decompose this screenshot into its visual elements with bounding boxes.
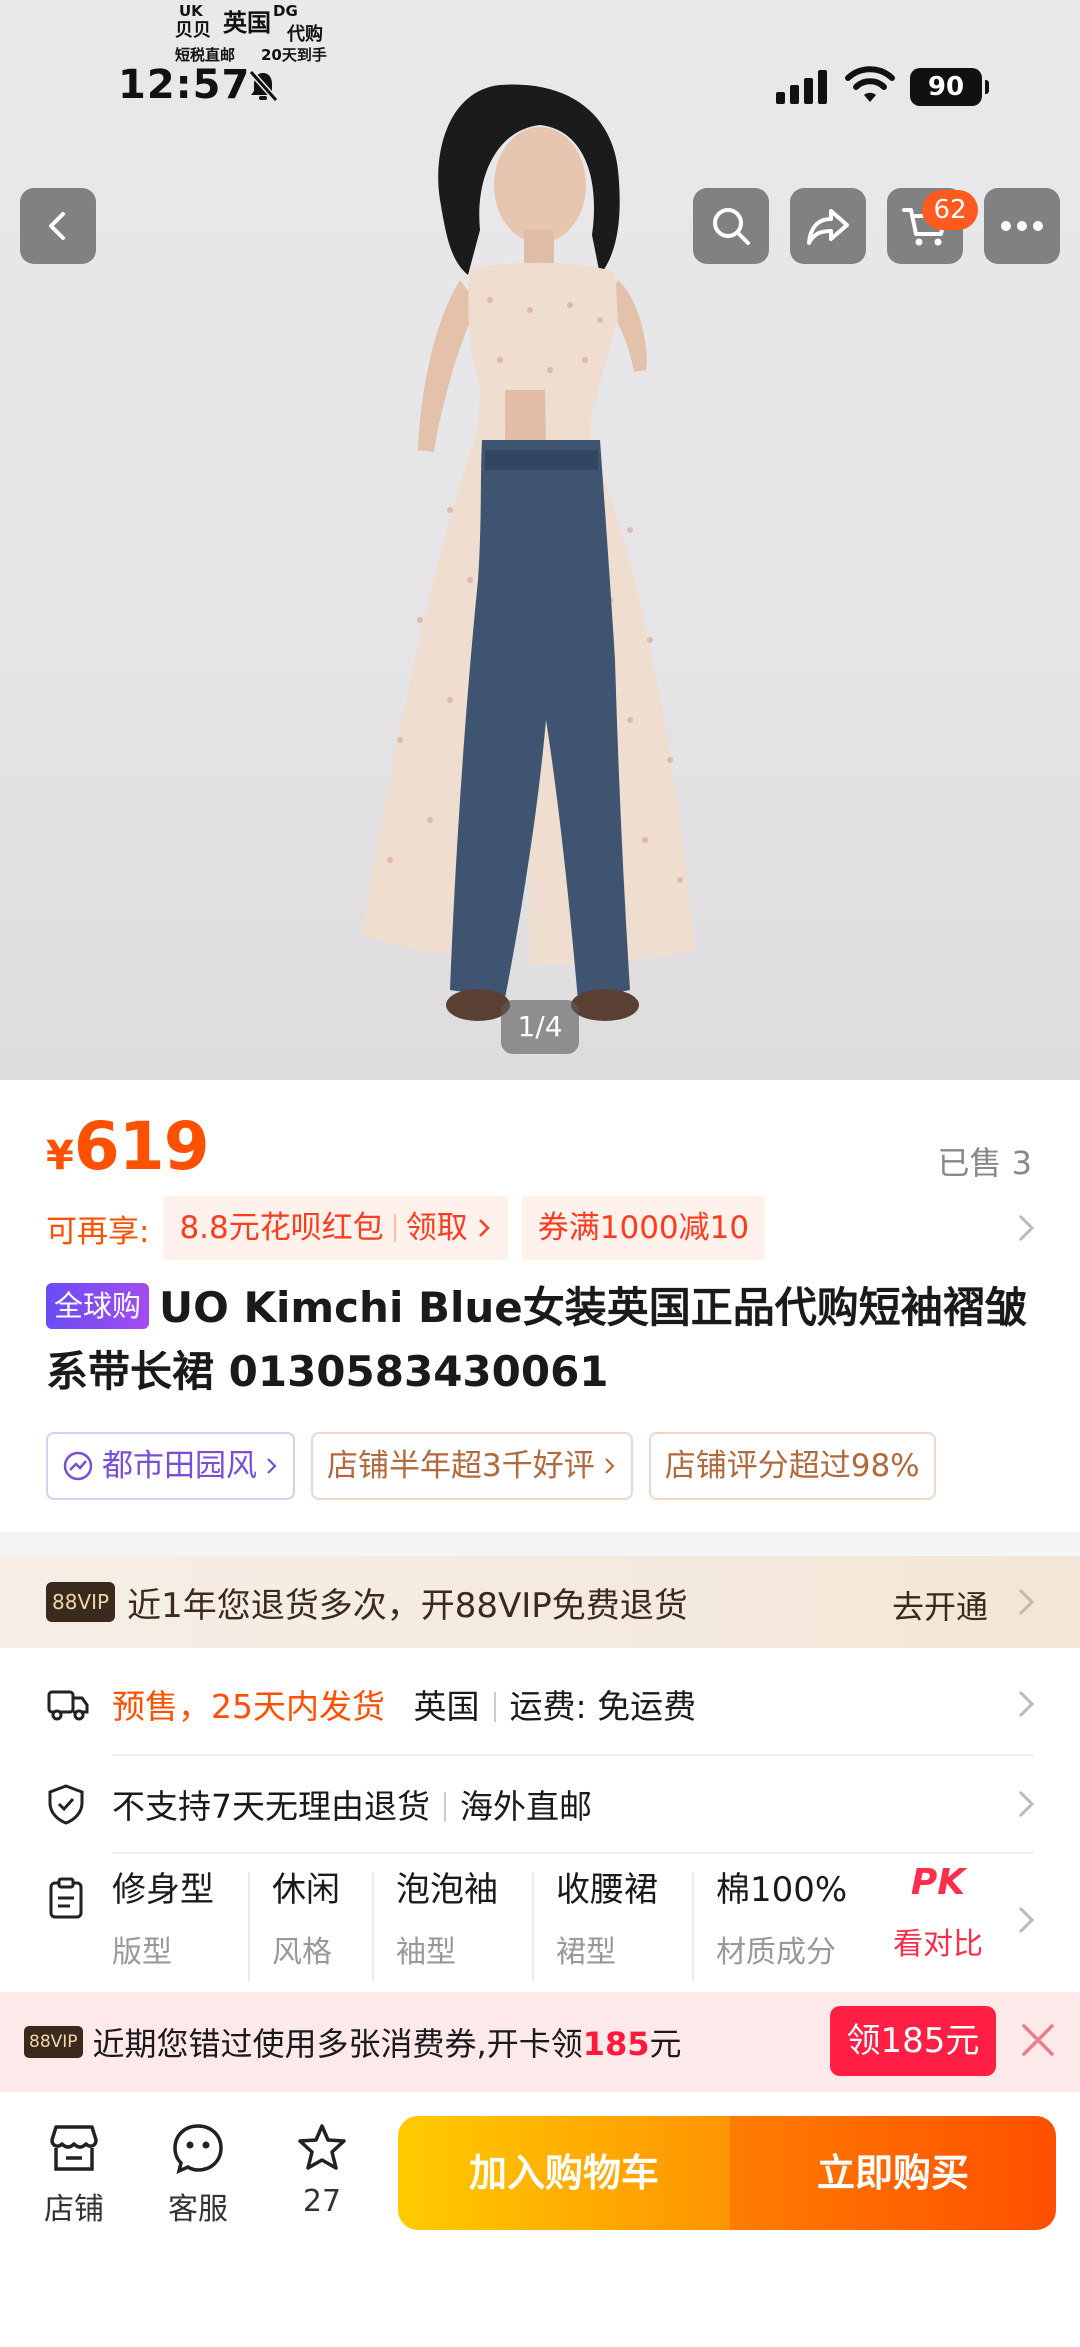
shield-check-icon [48,1784,84,1825]
chevron-right-icon [604,1458,615,1474]
customer-service-button[interactable]: 客服 [148,2122,248,2228]
vip-return-banner[interactable]: 88VIP 近1年您退货多次，开88VIP免费退货 去开通 [0,1556,1080,1648]
trend-icon [63,1451,93,1481]
product-image-carousel[interactable]: UK DG 贝贝 英国 代购 短税直邮 20天到手 12:57 90 62 1/… [0,0,1080,1080]
promo-row: 可再享: 8.8元花呗红包 领取 券满1000减10 [46,1196,779,1260]
close-icon[interactable] [1020,2022,1056,2058]
vip-badge: 88VIP [46,1582,116,1622]
chevron-right-icon [1018,1906,1035,1934]
param-style: 休闲 风格 [272,1870,340,1970]
return-policy-text: 不支持7天无理由退货 海外直邮 [112,1787,592,1826]
chevron-right-icon [1018,1588,1035,1616]
vip-badge: 88VIP [24,2026,83,2058]
cart-count-badge: 62 [922,190,978,230]
return-policy-row[interactable]: 不支持7天无理由退货 海外直邮 [0,1756,1080,1852]
battery-indicator: 90 [910,68,989,106]
shipping-row[interactable]: 预售，25天内发货 英国 运费: 免运费 [0,1656,1080,1752]
chevron-right-icon[interactable] [1016,1212,1036,1244]
watermark-logo: UK DG 贝贝 英国 代购 短税直邮 20天到手 [175,2,327,64]
chevron-right-icon [267,1458,277,1474]
param-fit: 修身型 版型 [112,1870,214,1970]
tag-reviews[interactable]: 店铺半年超3千好评 [311,1432,633,1500]
price: ¥619 [46,1108,210,1185]
wifi-icon [845,66,895,102]
section-gap [0,1532,1080,1556]
product-detail-page: UK DG 贝贝 英国 代购 短税直邮 20天到手 12:57 90 62 1/… [0,0,1080,2347]
divider [112,1852,1034,1854]
chevron-right-icon [1018,1790,1035,1818]
param-divider [248,1872,250,1982]
tag-rating[interactable]: 店铺评分超过98% [648,1432,936,1500]
share-button[interactable] [790,188,866,264]
param-divider [372,1872,374,1982]
param-divider [692,1872,694,1982]
back-arrow-icon [49,212,65,240]
promo-label: 可再享: [46,1213,150,1250]
search-icon [713,208,750,245]
more-button[interactable] [984,188,1060,264]
product-tags: 都市田园风 店铺半年超3千好评 店铺评分超过98% [46,1432,1080,1500]
product-params-row[interactable]: 修身型 版型 休闲 风格 泡泡袖 袖型 收腰裙 裙型 棉100% 材质成分 PK 看对比 [0,1862,1080,1992]
store-button[interactable]: 店铺 [24,2122,124,2228]
favorite-count: 27 [302,2184,342,2219]
chevron-right-icon [478,1219,490,1237]
back-button[interactable] [20,188,96,264]
add-to-cart-button[interactable]: 加入购物车 [398,2116,730,2230]
coupon-chip[interactable]: 券满1000减10 [521,1196,766,1260]
sold-count: 已售 3 [937,1144,1032,1182]
status-bar: UK DG 贝贝 英国 代购 短税直邮 20天到手 12:57 90 [0,0,1080,170]
huabei-redpacket-chip[interactable]: 8.8元花呗红包 领取 [163,1196,508,1260]
silent-bell-icon [248,70,278,102]
more-dots-icon [1001,221,1043,231]
param-material: 棉100% 材质成分 [716,1870,848,1970]
store-icon [50,2125,98,2171]
coupon-text: 近期您错过使用多张消费券,开卡领185元 [92,2025,682,2063]
delivery-truck-icon [47,1690,89,1721]
claim-coupon-button[interactable]: 领185元 [830,2006,996,2076]
bottom-action-bar: 店铺 客服 27 加入购物车 立即购买 [0,2092,1080,2347]
search-button[interactable] [693,188,769,264]
image-page-indicator: 1/4 [501,1000,579,1054]
param-sleeve: 泡泡袖 袖型 [396,1870,498,1970]
star-icon [298,2124,346,2170]
chat-face-icon [173,2124,223,2175]
coupon-promo-bar: 88VIP 近期您错过使用多张消费券,开卡领185元 领185元 [0,1992,1080,2092]
share-icon [807,209,849,245]
vip-text: 近1年您退货多次，开88VIP免费退货 [127,1585,688,1626]
cellular-signal-icon [776,70,827,104]
product-title: 全球购 UO Kimchi Blue女装英国正品代购短袖褶皱系带长裙 013058… [46,1283,1027,1396]
clipboard-icon [49,1877,83,1919]
chevron-right-icon [1018,1690,1035,1718]
buy-now-button[interactable]: 立即购买 [730,2116,1056,2230]
clock: 12:57 [118,62,251,108]
vip-open-link[interactable]: 去开通 [892,1582,988,1628]
global-buy-tag: 全球购 [46,1283,150,1329]
favorite-button[interactable]: 27 [272,2122,372,2219]
param-skirt: 收腰裙 裙型 [556,1870,658,1970]
param-divider [532,1872,534,1982]
tag-style[interactable]: 都市田园风 [46,1432,295,1500]
shipping-text: 预售，25天内发货 英国 运费: 免运费 [112,1687,697,1726]
compare-button[interactable]: PK 看对比 [888,1862,988,1982]
